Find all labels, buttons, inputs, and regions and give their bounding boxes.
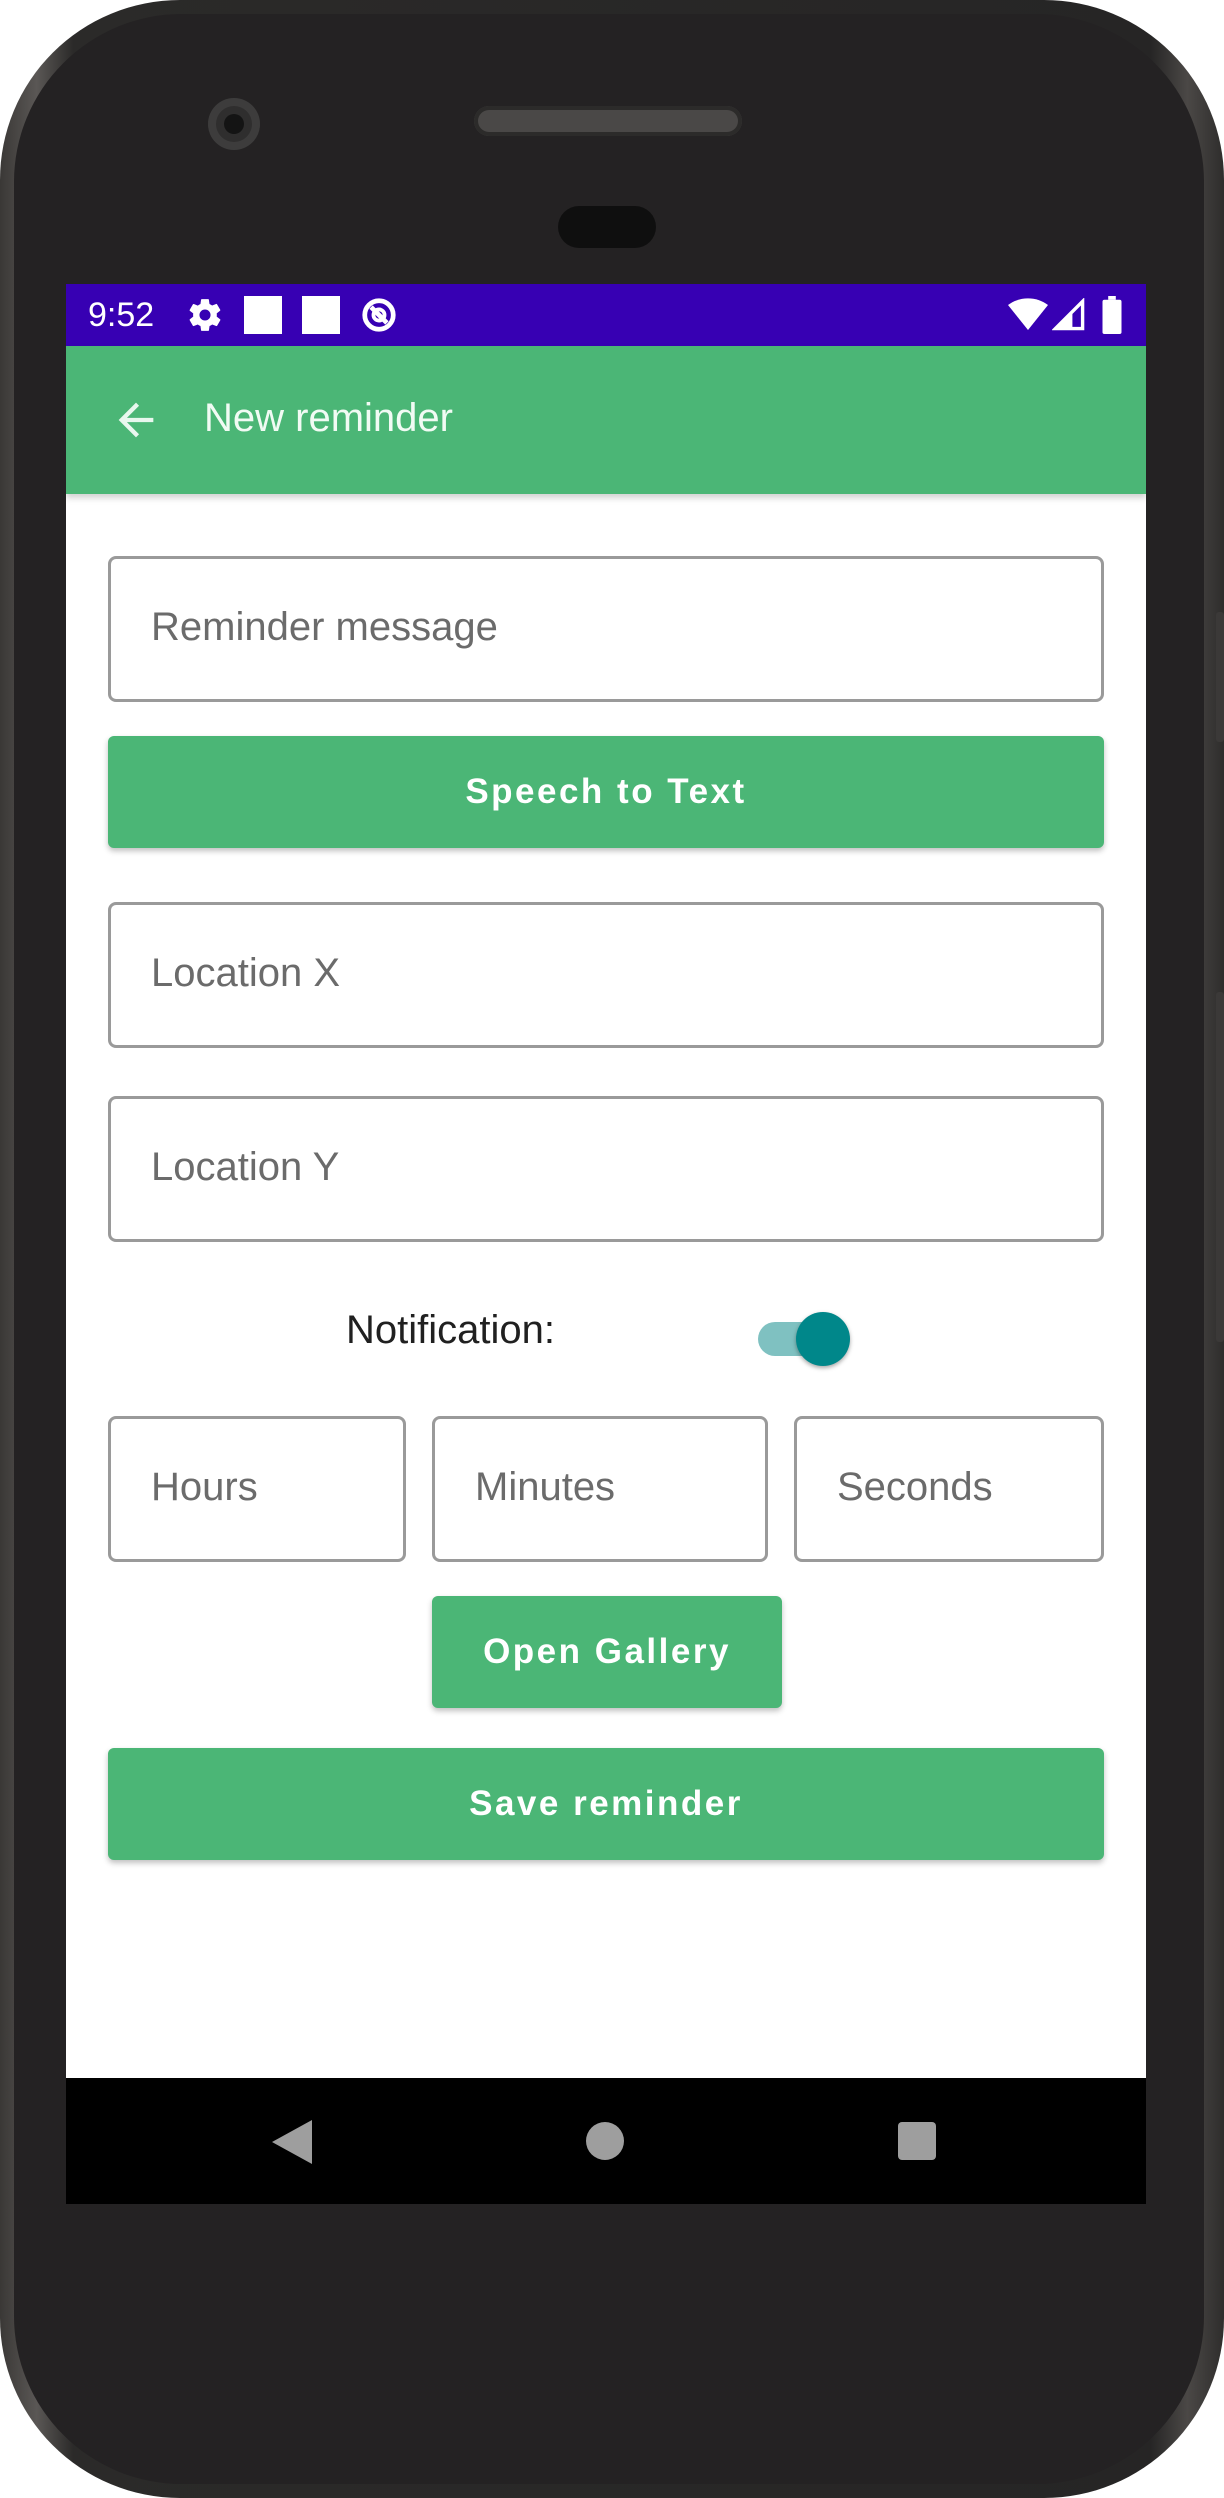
nav-back-icon[interactable] <box>272 2120 312 2164</box>
screen: 9:52 New reminder Reminder message Speec… <box>66 284 1146 2204</box>
location-y-placeholder: Location Y <box>151 1145 340 1189</box>
app-bar: New reminder <box>66 346 1146 494</box>
volume-button <box>1216 612 1224 742</box>
page-title: New reminder <box>204 396 453 440</box>
reminder-message-placeholder: Reminder message <box>151 605 498 649</box>
earpiece-speaker <box>474 106 742 136</box>
gear-icon <box>189 299 221 331</box>
status-time: 9:52 <box>88 296 155 334</box>
seconds-input[interactable]: Seconds <box>794 1416 1104 1562</box>
proximity-sensor <box>558 206 656 248</box>
toggle-thumb <box>796 1312 850 1366</box>
data-saver-icon <box>362 298 396 332</box>
power-button <box>1216 992 1224 1342</box>
nav-recents-icon[interactable] <box>898 2122 936 2160</box>
notification-square-icon <box>244 296 282 334</box>
arrow-left-icon[interactable] <box>110 394 162 446</box>
phone-frame: 9:52 New reminder Reminder message Speec… <box>0 0 1224 2498</box>
notification-label: Notification: <box>346 1308 555 1352</box>
navigation-bar <box>66 2078 1146 2204</box>
minutes-placeholder: Minutes <box>475 1465 616 1509</box>
location-y-input[interactable]: Location Y <box>108 1096 1104 1242</box>
save-reminder-button[interactable]: Save reminder <box>108 1748 1104 1860</box>
minutes-input[interactable]: Minutes <box>432 1416 768 1562</box>
notification-square-icon <box>302 296 340 334</box>
location-x-placeholder: Location X <box>151 951 341 995</box>
location-x-input[interactable]: Location X <box>108 902 1104 1048</box>
battery-icon <box>1102 296 1122 334</box>
signal-icon <box>1052 298 1085 331</box>
hours-input[interactable]: Hours <box>108 1416 406 1562</box>
front-camera <box>208 98 260 150</box>
wifi-icon <box>1008 298 1048 330</box>
seconds-placeholder: Seconds <box>837 1465 993 1509</box>
notification-toggle[interactable] <box>758 1308 854 1368</box>
hours-placeholder: Hours <box>151 1465 258 1509</box>
status-bar: 9:52 <box>66 284 1146 346</box>
open-gallery-button[interactable]: Open Gallery <box>432 1596 782 1708</box>
nav-home-icon[interactable] <box>586 2122 624 2160</box>
speech-to-text-button[interactable]: Speech to Text <box>108 736 1104 848</box>
reminder-message-input[interactable]: Reminder message <box>108 556 1104 702</box>
